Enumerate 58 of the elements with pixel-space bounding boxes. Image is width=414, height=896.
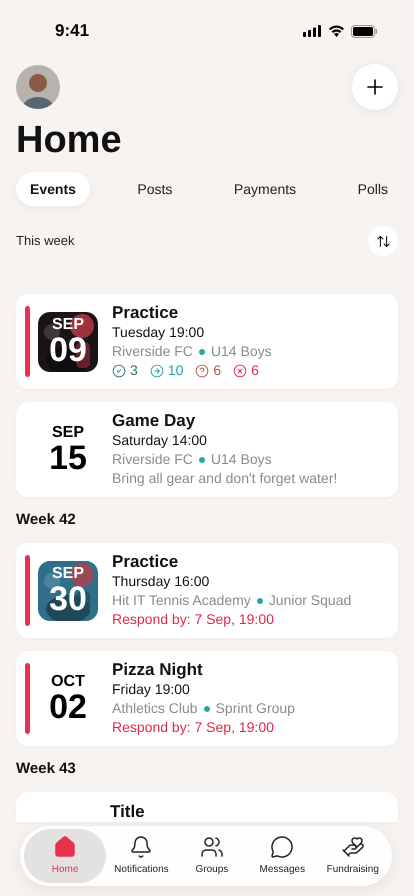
avatar[interactable] bbox=[16, 65, 60, 109]
page-title: Home bbox=[15, 118, 123, 162]
home-icon bbox=[53, 835, 78, 859]
section-heading: This week bbox=[16, 232, 75, 250]
sort-icon bbox=[376, 234, 390, 248]
date-month: SEP bbox=[52, 424, 84, 440]
add-button[interactable] bbox=[352, 64, 398, 110]
date-month: OCT bbox=[51, 674, 85, 690]
date-day: 15 bbox=[49, 440, 87, 474]
date-day: 09 bbox=[49, 332, 87, 366]
club-name: Riverside FC bbox=[112, 450, 193, 469]
battery-icon bbox=[351, 24, 378, 38]
status-time: 9:41 bbox=[55, 20, 90, 42]
respond-deadline: Respond by: 7 Sep, 19:00 bbox=[112, 610, 275, 629]
tab[interactable]: Polls bbox=[344, 172, 402, 206]
nav-item[interactable]: Groups bbox=[176, 829, 248, 883]
event-title: Practice bbox=[112, 303, 180, 323]
nav-item[interactable]: Fundraising bbox=[318, 829, 388, 883]
bell-icon bbox=[129, 835, 154, 859]
section-heading: Week 43 bbox=[16, 758, 76, 779]
event-time: Tuesday 19:00 bbox=[112, 323, 206, 342]
club-name: Athletics Club bbox=[112, 699, 198, 718]
event-title: Title bbox=[110, 802, 145, 822]
nav-item[interactable]: Messages bbox=[247, 829, 318, 883]
event-title: Practice bbox=[112, 552, 180, 572]
group-name: U14 Boys bbox=[210, 450, 272, 469]
tab[interactable]: Posts bbox=[123, 172, 186, 206]
tab[interactable]: Events bbox=[16, 172, 90, 206]
respond-deadline: Respond by: 7 Sep, 19:00 bbox=[112, 718, 275, 737]
event-time: Saturday 14:00 bbox=[112, 431, 208, 450]
people-icon bbox=[200, 835, 224, 859]
response-count: 3 bbox=[130, 361, 138, 380]
response-count: 10 bbox=[168, 361, 184, 380]
date-day: 02 bbox=[49, 690, 87, 724]
group-name: Sprint Group bbox=[216, 699, 295, 718]
hand-heart-icon bbox=[340, 835, 365, 859]
event-time: Friday 19:00 bbox=[112, 680, 191, 699]
club-name: Riverside FC bbox=[112, 342, 193, 361]
chat-bubble-icon bbox=[270, 835, 294, 859]
tab[interactable]: Payments bbox=[220, 172, 310, 206]
date-month: SEP bbox=[52, 566, 84, 582]
signal-icon bbox=[303, 25, 322, 37]
event-title: Pizza Night bbox=[112, 660, 204, 680]
event-note: Bring all gear and don't forget water! bbox=[112, 469, 338, 488]
event-card[interactable]: Title bbox=[16, 792, 398, 822]
sort-button[interactable] bbox=[368, 226, 398, 256]
date-month: SEP bbox=[52, 316, 84, 332]
event-title: Game Day bbox=[112, 411, 196, 431]
response-count: 6 bbox=[251, 361, 259, 380]
section-heading: Week 42 bbox=[16, 510, 76, 530]
nav-item[interactable]: Notifications bbox=[106, 829, 177, 883]
wifi-icon bbox=[328, 25, 345, 37]
event-time: Thursday 16:00 bbox=[112, 572, 210, 591]
group-name: Junior Squad bbox=[268, 591, 352, 610]
response-count: 6 bbox=[213, 361, 222, 380]
club-name: Hit IT Tennis Academy bbox=[112, 591, 251, 610]
date-day: 30 bbox=[49, 582, 87, 616]
group-name: U14 Boys bbox=[210, 342, 272, 361]
